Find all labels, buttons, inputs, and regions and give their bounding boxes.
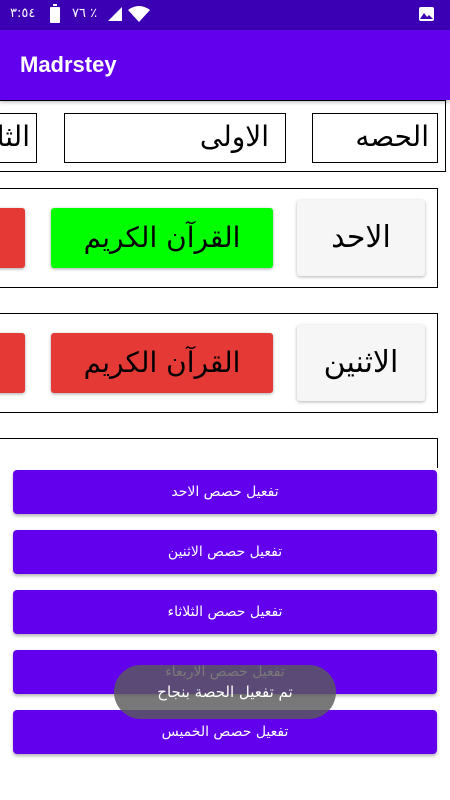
signal-icon (107, 6, 123, 26)
day-row-sunday[interactable]: القرآن الكريم الاحد (0, 188, 438, 288)
app-title: Madrstey (20, 52, 117, 77)
period-header-row[interactable]: الثا الاولى الحصه (0, 100, 446, 172)
gallery-icon (419, 7, 434, 21)
subject-button-monday-1[interactable]: القرآن الكريم (51, 333, 273, 393)
activate-tuesday-button[interactable]: تفعيل حصص الثلاثاء (13, 590, 437, 634)
app-bar: Madrstey (0, 30, 450, 100)
status-battery-percent: ٧٦ ٪ (72, 6, 98, 21)
subject-button-sunday-2[interactable] (0, 208, 25, 268)
day-row-tuesday[interactable] (0, 438, 438, 468)
subject-button-monday-2[interactable] (0, 333, 25, 393)
subject-button-sunday-1[interactable]: القرآن الكريم (51, 208, 273, 268)
period-cell-first: الاولى (64, 113, 286, 163)
day-row-monday[interactable]: القرآن الكريم الاثنين (0, 313, 438, 413)
status-time: ٣:٥٤ (10, 6, 36, 21)
period-cell-header: الحصه (312, 113, 438, 163)
period-cell-second: الثا (0, 113, 37, 163)
toast-message: تم تفعيل الحصة بنجاح (114, 665, 336, 719)
day-button-monday[interactable]: الاثنين (297, 325, 425, 401)
activate-monday-button[interactable]: تفعيل حصص الاثنين (13, 530, 437, 574)
battery-icon (50, 4, 60, 23)
wifi-icon (127, 5, 151, 27)
status-bar: ٣:٥٤ ٧٦ ٪ (0, 0, 450, 30)
activate-sunday-button[interactable]: تفعيل حصص الاحد (13, 470, 437, 514)
day-button-sunday[interactable]: الاحد (297, 200, 425, 276)
